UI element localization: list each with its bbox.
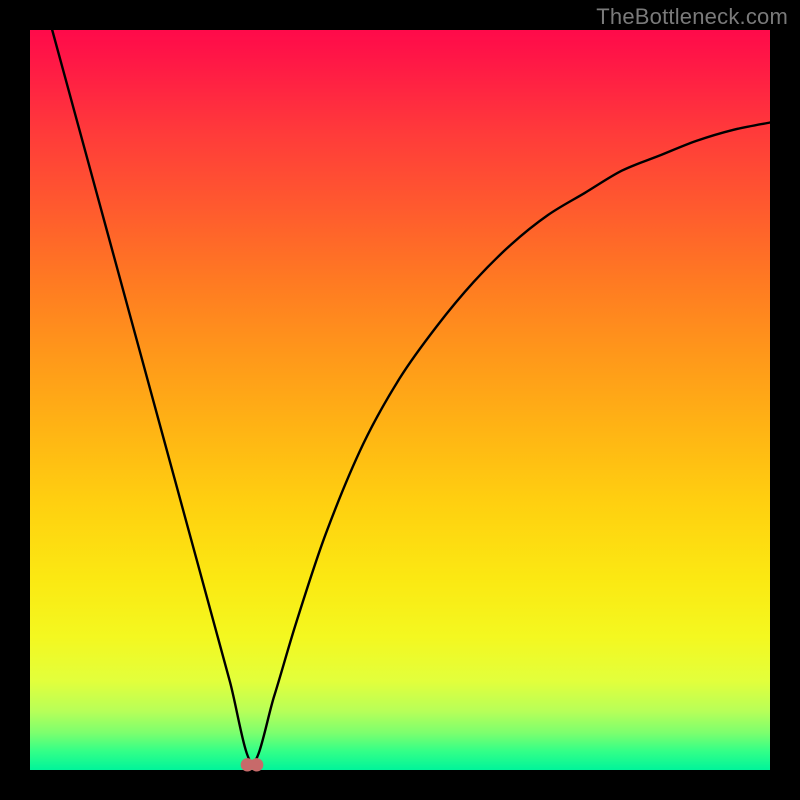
watermark-text: TheBottleneck.com: [596, 4, 788, 30]
chart-stage: TheBottleneck.com: [0, 0, 800, 800]
bottleneck-curve: [30, 30, 770, 770]
chart-plot-area: [30, 30, 770, 770]
curve-min-marker: [250, 758, 263, 771]
curve-path: [52, 30, 770, 763]
